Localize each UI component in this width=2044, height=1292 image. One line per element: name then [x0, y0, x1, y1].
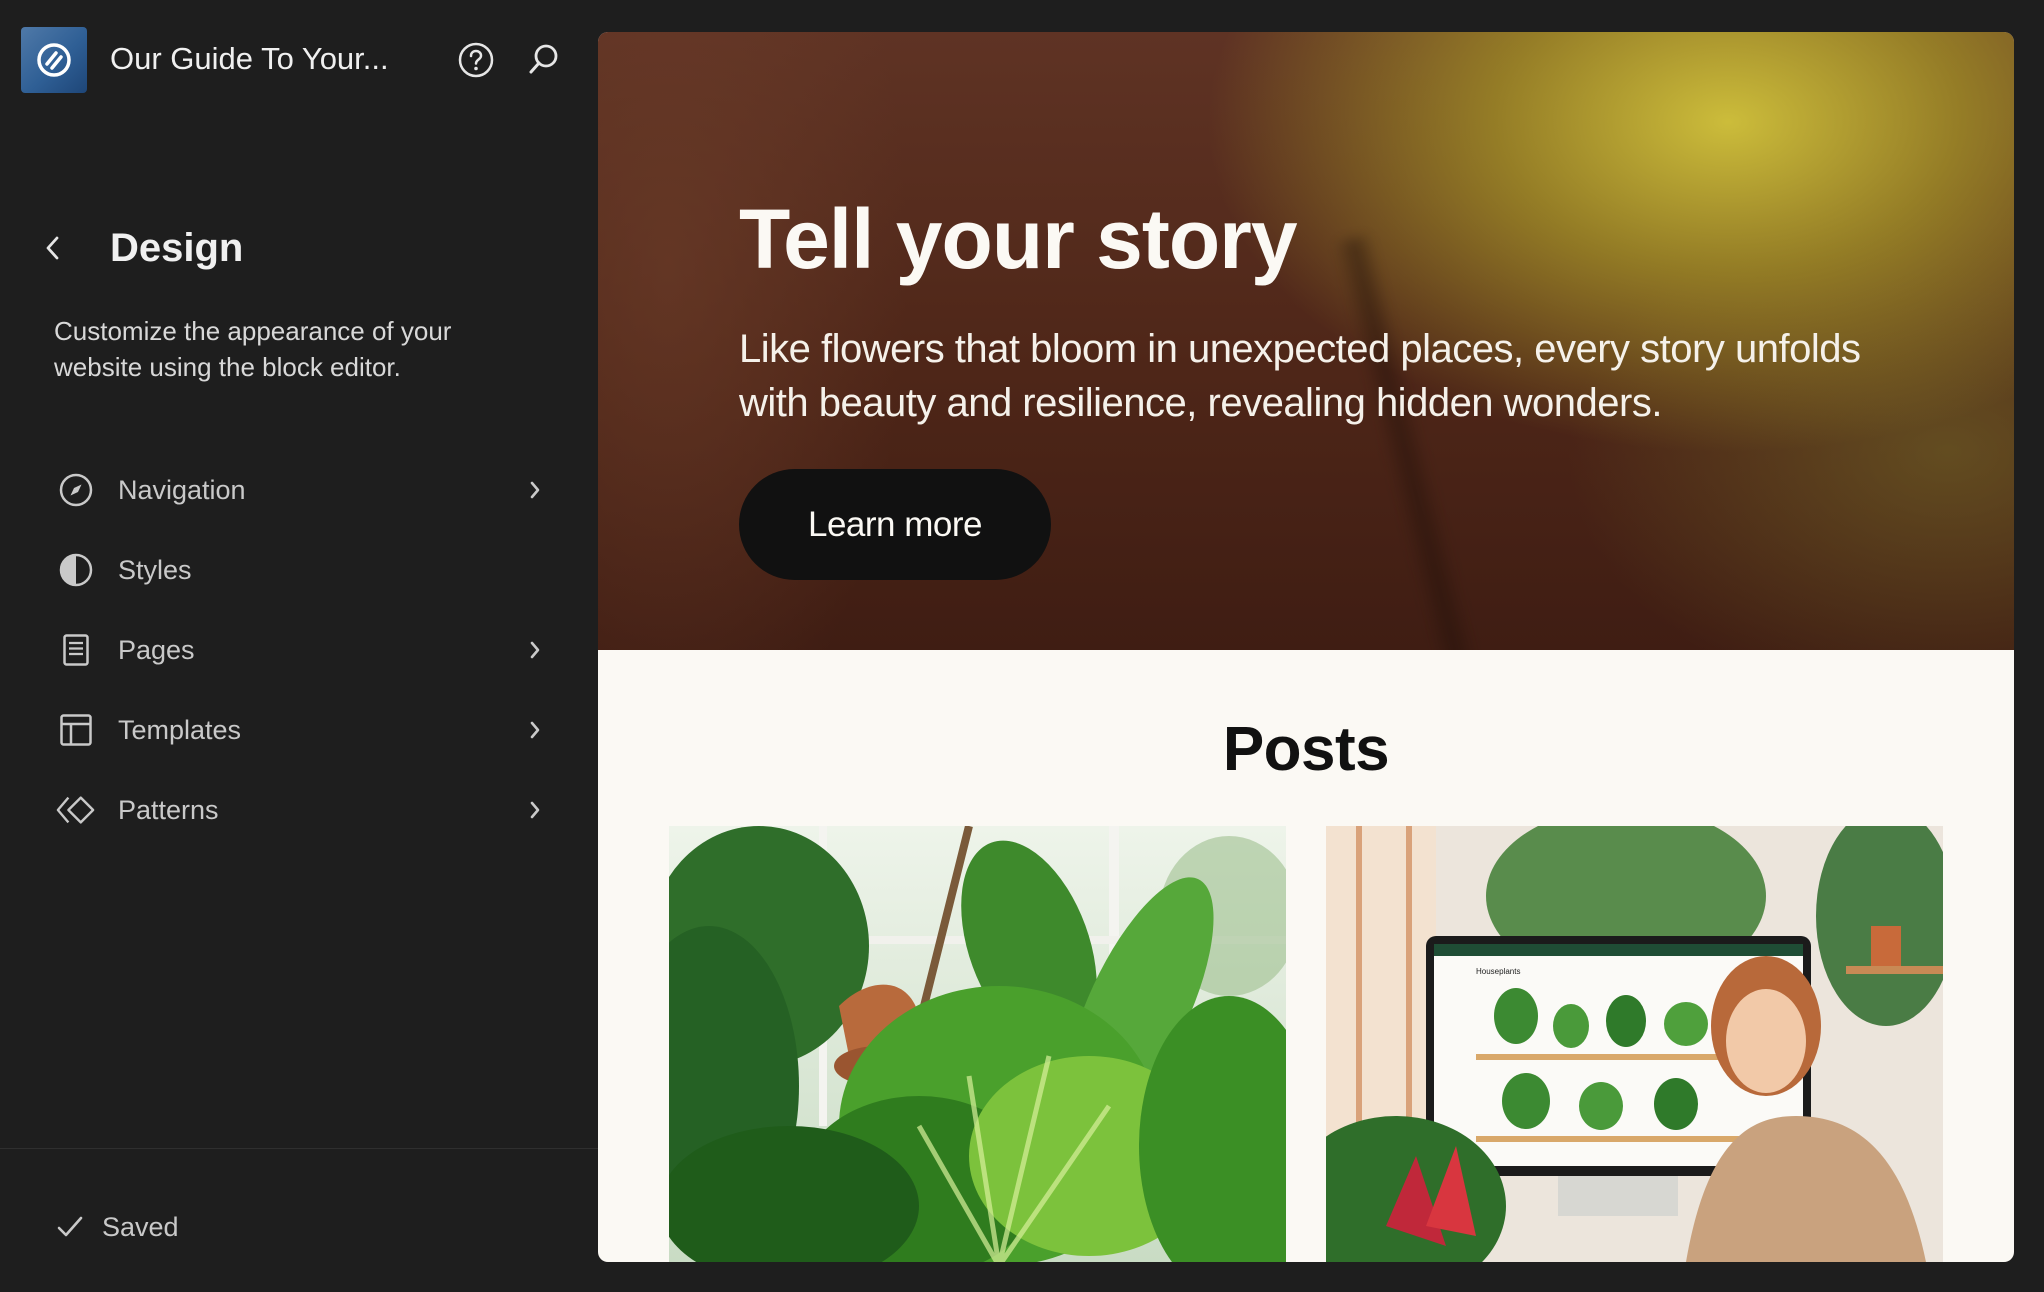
menu-item-styles[interactable]: Styles	[40, 530, 560, 610]
design-menu: Navigation Styles Pages Templates Patter…	[40, 450, 560, 850]
help-button[interactable]	[455, 39, 497, 81]
panel-description: Customize the appearance of your website…	[54, 316, 452, 382]
menu-item-navigation[interactable]: Navigation	[40, 450, 560, 530]
menu-item-label: Templates	[118, 714, 242, 745]
chevron-right-icon	[523, 470, 547, 510]
search-button[interactable]	[523, 39, 565, 81]
screen-title: Houseplants	[1476, 967, 1520, 976]
menu-item-label: Styles	[118, 554, 192, 585]
site-icon[interactable]	[21, 27, 87, 93]
half-circle-icon	[56, 550, 96, 590]
sidebar: Our Guide To Your... Design Customize th…	[0, 0, 598, 1292]
check-icon	[54, 1211, 86, 1243]
panel-title: Design	[110, 226, 244, 270]
chevron-right-icon	[523, 630, 547, 670]
learn-more-button[interactable]: Learn more	[739, 469, 1051, 580]
wordpress-site-icon	[37, 43, 71, 77]
menu-item-pages[interactable]: Pages	[40, 610, 560, 690]
diamond-icon	[56, 790, 96, 830]
menu-item-patterns[interactable]: Patterns	[40, 770, 560, 850]
hero-text: Like flowers that bloom in unexpected pl…	[739, 327, 1861, 425]
back-button[interactable]	[38, 228, 68, 268]
site-title[interactable]: Our Guide To Your...	[110, 41, 389, 77]
houseplants-illustration	[669, 826, 1286, 1262]
page-icon	[56, 630, 96, 670]
menu-item-label: Patterns	[118, 794, 219, 825]
hero-background-detail	[1332, 233, 1484, 650]
posts-heading: Posts	[1222, 715, 1390, 784]
save-status: Saved	[0, 1148, 598, 1292]
chevron-right-icon	[523, 790, 547, 830]
menu-item-templates[interactable]: Templates	[40, 690, 560, 770]
hero-heading: Tell your story	[739, 192, 1298, 286]
site-preview[interactable]: Tell your story Like flowers that bloom …	[598, 32, 2014, 1262]
site-hub: Our Guide To Your...	[21, 27, 581, 93]
saved-label: Saved	[102, 1212, 179, 1242]
chevron-left-icon	[46, 236, 59, 260]
post-image-houseplants[interactable]	[669, 826, 1286, 1262]
site-editor: Our Guide To Your... Design Customize th…	[0, 0, 2044, 1292]
menu-item-label: Navigation	[118, 474, 246, 505]
search-icon	[529, 44, 558, 74]
hero-cover[interactable]: Tell your story Like flowers that bloom …	[598, 32, 2014, 650]
woman-computer-illustration: Houseplants	[1326, 826, 1943, 1262]
layout-icon	[56, 710, 96, 750]
help-icon	[458, 42, 494, 78]
post-image-woman-computer[interactable]: Houseplants	[1326, 826, 1943, 1262]
chevron-right-icon	[523, 710, 547, 750]
menu-item-label: Pages	[118, 634, 195, 665]
compass-icon	[56, 470, 96, 510]
